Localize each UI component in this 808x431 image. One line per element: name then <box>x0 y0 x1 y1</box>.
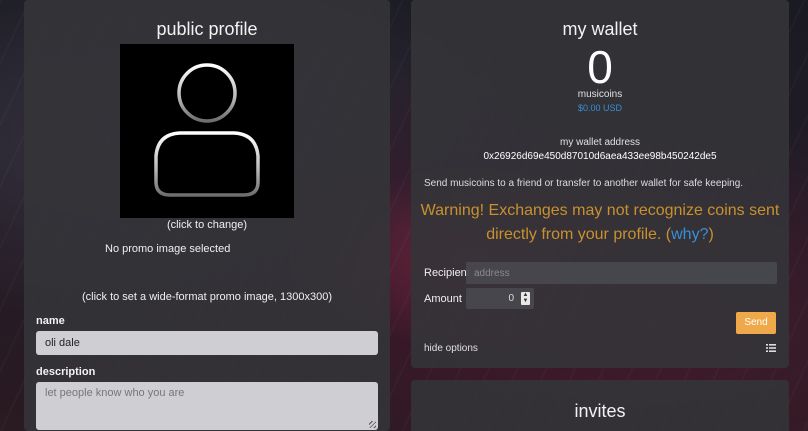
amount-value: 0 <box>508 293 514 304</box>
hide-options-link[interactable]: hide options <box>424 343 478 354</box>
resize-grip-icon[interactable] <box>369 421 376 428</box>
recipient-label: Recipient <box>424 267 470 279</box>
balance-usd: $0.00 USD <box>577 103 623 113</box>
balance-unit: musicoins <box>577 89 623 100</box>
wallet-title: my wallet <box>562 19 638 39</box>
description-field[interactable]: let people know who you are <box>36 382 378 430</box>
balance-amount: 0 <box>587 41 613 93</box>
click-to-change-link[interactable]: (click to change) <box>24 219 390 231</box>
name-label: name <box>36 315 65 327</box>
stepper-down-icon[interactable]: ▼ <box>521 298 530 304</box>
avatar-image-button[interactable] <box>120 44 294 218</box>
wallet-panel: my wallet 0 musicoins $0.00 USD my walle… <box>411 0 789 368</box>
amount-stepper[interactable]: ▲ ▼ <box>521 292 530 305</box>
send-info-text: Send musicoins to a friend or transfer t… <box>424 178 744 189</box>
user-silhouette-icon <box>154 63 260 197</box>
amount-label: Amount <box>424 293 462 305</box>
no-promo-text: No promo image selected <box>105 243 231 255</box>
why-link[interactable]: why? <box>671 226 708 243</box>
description-placeholder: let people know who you are <box>45 387 185 399</box>
wallet-address-value: 0x26926d69e450d87010d6aea433ee98b450242d… <box>483 151 717 162</box>
wallet-address-label: my wallet address <box>559 137 641 148</box>
warning-text: Warning! Exchanges may not recognize coi… <box>420 202 780 243</box>
amount-input[interactable]: 0 ▲ ▼ <box>466 288 534 309</box>
warning-close: ) <box>708 226 714 243</box>
description-label: description <box>36 366 96 378</box>
send-button[interactable]: Send <box>736 312 776 334</box>
name-field[interactable]: oli dale <box>36 331 378 355</box>
recipient-input[interactable] <box>466 262 777 284</box>
invites-panel: invites <box>411 380 789 431</box>
list-icon[interactable] <box>766 343 776 353</box>
promo-image-link[interactable]: (click to set a wide-format promo image,… <box>24 291 390 303</box>
public-profile-panel: public profile (click to change) No prom… <box>24 0 390 431</box>
profile-title: public profile <box>156 19 258 39</box>
invites-title: invites <box>574 401 626 421</box>
exchange-warning: Warning! Exchanges may not recognize coi… <box>419 199 781 247</box>
